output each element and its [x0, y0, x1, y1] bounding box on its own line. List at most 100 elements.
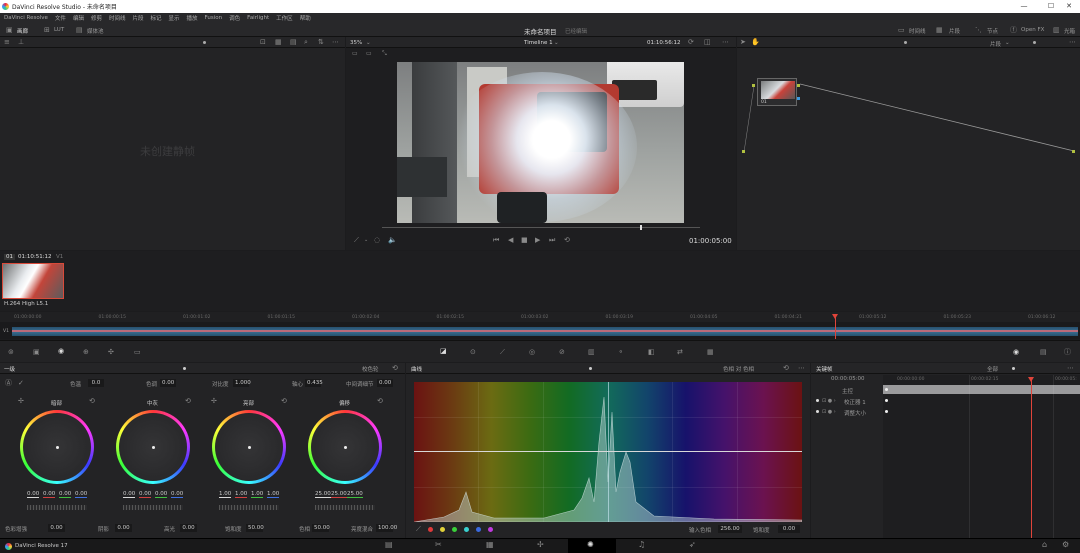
hdr-icon[interactable]: ▭	[134, 348, 141, 356]
wheel-mode-dropdown[interactable]: 校色轮	[362, 365, 379, 373]
wheel-value[interactable]: 0.00	[123, 491, 136, 498]
keyframe-playhead[interactable]	[1031, 379, 1032, 538]
hue-swatch[interactable]	[488, 527, 493, 532]
viewer-scrub-handle[interactable]	[640, 225, 642, 230]
lut-button[interactable]: LUT	[54, 27, 64, 33]
menu-item-10[interactable]: 调色	[229, 14, 240, 22]
mini-timeline-playhead-head[interactable]	[832, 314, 838, 319]
color-wheel-inner[interactable]	[311, 413, 379, 481]
sync-icon[interactable]: ⟳	[688, 38, 694, 46]
motion-effects-icon[interactable]: ✣	[108, 348, 114, 356]
grid-view-icon[interactable]: ▦	[275, 38, 282, 46]
camera-raw-icon[interactable]: ⊚	[8, 348, 14, 356]
3d-icon[interactable]: ▦	[707, 348, 714, 356]
sat-field[interactable]: 0.00	[778, 525, 800, 533]
hue-swatch[interactable]	[440, 527, 445, 532]
lightbox-icon[interactable]: ▥	[1053, 26, 1060, 34]
curves-reset-icon[interactable]: ⟲	[783, 364, 789, 372]
gallery-pin-icon[interactable]: ⊥	[18, 38, 24, 46]
keyframe-row-bullet[interactable]	[816, 399, 819, 402]
page-deliver-icon[interactable]: ➶	[689, 540, 696, 549]
master-wheel-jog[interactable]	[123, 505, 183, 510]
reverse-play-icon[interactable]: ◀	[508, 236, 513, 244]
viewer-more-icon[interactable]: ⋯	[722, 38, 729, 46]
color-wheel[interactable]	[308, 410, 382, 484]
color-warper-icon[interactable]: ⊙	[470, 348, 476, 356]
home-icon[interactable]: ⌂	[1042, 540, 1047, 549]
bottom-param-field[interactable]: 100.00	[376, 524, 397, 532]
master-wheel-jog[interactable]	[27, 505, 87, 510]
menu-item-7[interactable]: 显示	[169, 14, 180, 22]
minimize-button[interactable]: —	[1013, 0, 1035, 13]
grab-still-icon[interactable]: ⊡	[260, 38, 266, 46]
timeline-icon[interactable]: ▭	[898, 26, 905, 34]
keyframe-row-controls-icon[interactable]: ⊡ ● ›	[822, 397, 836, 405]
master-wheel-jog[interactable]	[219, 505, 279, 510]
curves-more-icon[interactable]: ⋯	[798, 364, 805, 372]
wheel-value[interactable]: 25.00	[347, 491, 363, 498]
page-cut-icon[interactable]: ✂	[435, 540, 442, 549]
bottom-param-field[interactable]: 0.00	[115, 524, 132, 532]
nodes-button[interactable]: 节点	[987, 27, 998, 35]
bottom-param-field[interactable]: 0.00	[48, 524, 65, 532]
color-wheel-inner[interactable]	[119, 413, 187, 481]
wheel-center-dot[interactable]	[152, 446, 155, 449]
wipe-icon[interactable]: ◫	[704, 38, 711, 46]
color-wheels-icon[interactable]: ◉	[58, 347, 64, 355]
gallery-icon[interactable]: ▣	[6, 26, 13, 34]
node-output-dot[interactable]	[797, 84, 800, 87]
hue-swatch[interactable]	[464, 527, 469, 532]
menu-item-4[interactable]: 时间线	[109, 14, 126, 22]
keyframe-row-bullet[interactable]	[816, 410, 819, 413]
wheel-value[interactable]: 1.00	[219, 491, 232, 498]
viewer-mode-2-icon[interactable]: ▭	[366, 50, 372, 58]
nodes-icon[interactable]: ⋱	[975, 26, 982, 34]
zoom-chevron-icon[interactable]: ⌄	[366, 40, 371, 46]
mini-timeline[interactable]: 01:00:00:00 01:00:00:15 01:00:01:02 01:00:0…	[0, 312, 1080, 339]
wheel-value[interactable]: 1.00	[251, 491, 264, 498]
play-icon[interactable]: ▶	[535, 236, 540, 244]
wheel-reset-icon[interactable]: ⟲	[185, 397, 191, 405]
wheel-reset-icon[interactable]: ⟲	[377, 397, 383, 405]
waveform-icon[interactable]: ▤	[1040, 348, 1047, 356]
color-wheel-inner[interactable]	[215, 413, 283, 481]
rgb-mixer-icon[interactable]: ⊕	[83, 348, 89, 356]
openfx-button[interactable]: Open FX	[1021, 27, 1044, 33]
mini-timeline-clip[interactable]	[12, 327, 1078, 336]
gallery-button[interactable]: 画廊	[17, 27, 28, 35]
go-to-start-icon[interactable]: ⏮	[493, 236, 499, 244]
wheel-value[interactable]: 1.00	[235, 491, 248, 498]
wheel-center-dot[interactable]	[248, 446, 251, 449]
page-fusion-icon[interactable]: ✢	[537, 540, 544, 549]
viewer-mode-3-icon[interactable]: ⤡	[382, 50, 387, 58]
wheel-center-dot[interactable]	[56, 446, 59, 449]
color-wheel-inner[interactable]	[23, 413, 91, 481]
auto-balance-icon[interactable]: Ⓐ	[5, 379, 12, 387]
timeline-button[interactable]: 时间线	[909, 27, 926, 35]
param-field[interactable]: 0.0	[88, 379, 104, 387]
keyframes-zoom-dot[interactable]	[1012, 367, 1015, 370]
wheel-value[interactable]: 0.00	[139, 491, 152, 498]
highlight-icon[interactable]: ◌	[374, 236, 380, 244]
page-fairlight-icon[interactable]: ♫	[638, 540, 645, 549]
curves-picker-icon[interactable]: ⟋	[416, 525, 421, 533]
wheel-value[interactable]: 0.00	[155, 491, 168, 498]
more-options-icon[interactable]: ⋯	[332, 38, 339, 46]
keyframes-more-icon[interactable]: ⋯	[1067, 364, 1074, 372]
bottom-param-field[interactable]: 50.00	[312, 524, 330, 532]
param-field[interactable]: 0.00	[160, 379, 176, 387]
tracker-icon[interactable]: ⊘	[559, 348, 565, 356]
menu-item-12[interactable]: 工作区	[276, 14, 293, 22]
search-icon[interactable]: ⌕	[304, 38, 308, 46]
wheel-value[interactable]: 0.00	[27, 491, 40, 498]
clips-icon[interactable]: ▦	[936, 26, 943, 34]
info-icon[interactable]: ⓘ	[1064, 348, 1071, 356]
lift-picker-icon[interactable]: ✢	[18, 397, 24, 405]
wheel-center-dot[interactable]	[344, 446, 347, 449]
viewer-mode-1-icon[interactable]: ▭	[352, 50, 358, 58]
curves-page-dot[interactable]	[589, 367, 592, 370]
wheel-value[interactable]: 0.00	[43, 491, 56, 498]
primaries-page-dot[interactable]	[183, 367, 186, 370]
scopes-icon[interactable]: ◉	[1013, 348, 1019, 356]
bottom-param-field[interactable]: 50.00	[246, 524, 264, 532]
